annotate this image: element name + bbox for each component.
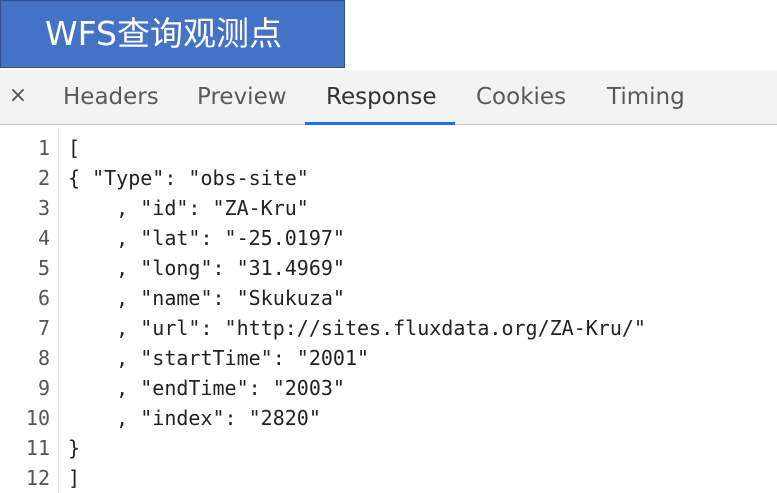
line-text: , "startTime": "2001": [68, 346, 370, 370]
code-line: 12]: [0, 463, 777, 493]
code-line: 5 , "long": "31.4969": [0, 253, 777, 283]
line-number: 9: [37, 376, 50, 400]
line-number: 11: [25, 436, 50, 460]
code-line: 10 , "index": "2820": [0, 403, 777, 433]
line-text: { "Type": "obs-site": [68, 166, 309, 190]
slide-title: WFS查询观测点: [45, 14, 282, 53]
line-text: [: [68, 136, 81, 160]
tab-cookies[interactable]: Cookies: [476, 70, 566, 124]
line-text: , "url": "http://sites.fluxdata.org/ZA-K…: [68, 316, 646, 340]
line-text: }: [68, 436, 81, 460]
tab-preview[interactable]: Preview: [197, 70, 287, 124]
line-text: , "id": "ZA-Kru": [68, 196, 309, 220]
code-line: 3 , "id": "ZA-Kru": [0, 193, 777, 223]
code-line: 8 , "startTime": "2001": [0, 343, 777, 373]
tab-timing[interactable]: Timing: [607, 70, 685, 124]
tab-response[interactable]: Response: [326, 70, 436, 124]
line-text: , "endTime": "2003": [68, 376, 345, 400]
line-number: 7: [37, 316, 50, 340]
line-number: 8: [37, 346, 50, 370]
response-code-viewer[interactable]: 1[ 2{ "Type": "obs-site" 3 , "id": "ZA-K…: [0, 133, 777, 493]
line-number: 10: [25, 406, 50, 430]
line-text: ]: [68, 466, 81, 490]
line-number: 4: [37, 226, 50, 250]
line-text: , "index": "2820": [68, 406, 321, 430]
line-number: 3: [37, 196, 50, 220]
line-text: , "long": "31.4969": [68, 256, 345, 280]
code-line: 1[: [0, 133, 777, 163]
code-line: 11}: [0, 433, 777, 463]
close-icon[interactable]: ×: [8, 84, 28, 108]
devtools-tabbar: × Headers Preview Response Cookies Timin…: [0, 70, 777, 125]
code-line: 9 , "endTime": "2003": [0, 373, 777, 403]
line-number: 2: [37, 166, 50, 190]
line-number: 12: [25, 466, 50, 490]
code-line: 6 , "name": "Skukuza": [0, 283, 777, 313]
line-text: , "lat": "-25.0197": [68, 226, 345, 250]
line-number: 1: [37, 136, 50, 160]
code-line: 4 , "lat": "-25.0197": [0, 223, 777, 253]
code-line: 2 { "Type": "obs-site": [0, 163, 777, 193]
slide-title-banner: WFS查询观测点: [0, 0, 345, 68]
code-line: 7 , "url": "http://sites.fluxdata.org/ZA…: [0, 313, 777, 343]
line-text: , "name": "Skukuza": [68, 286, 345, 310]
line-number: 5: [37, 256, 50, 280]
line-number: 6: [37, 286, 50, 310]
tab-headers[interactable]: Headers: [63, 70, 159, 124]
active-tab-indicator: [305, 122, 455, 125]
